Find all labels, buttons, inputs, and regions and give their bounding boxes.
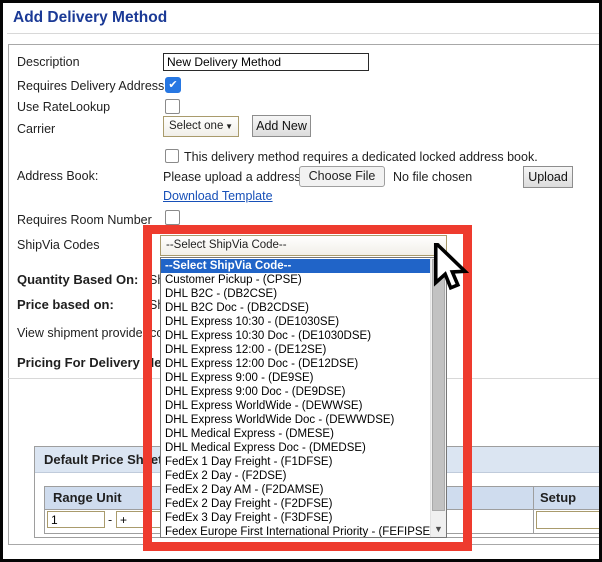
use-ratelookup-checkbox[interactable] — [165, 99, 180, 114]
chevron-down-icon: ▼ — [225, 117, 233, 136]
address-book-label: Address Book: — [17, 169, 98, 183]
requires-delivery-address-checkbox[interactable]: ✔ — [165, 77, 181, 93]
red-highlight-rectangle — [143, 225, 472, 551]
title-divider — [7, 33, 599, 34]
carrier-select[interactable]: Select one ▼ — [163, 116, 239, 137]
range-separator: - — [108, 513, 112, 527]
upload-button[interactable]: Upload — [523, 166, 573, 188]
requires-room-number-label: Requires Room Number — [17, 213, 152, 227]
locked-address-book-checkbox[interactable] — [165, 149, 179, 163]
download-template-link[interactable]: Download Template — [163, 189, 273, 203]
mouse-cursor-icon — [432, 243, 472, 295]
quantity-based-on-label: Quantity Based On: — [17, 272, 138, 287]
add-new-carrier-button[interactable]: Add New — [252, 115, 311, 137]
price-based-on-label: Price based on: — [17, 297, 114, 312]
carrier-label: Carrier — [17, 122, 55, 136]
description-label: Description — [17, 55, 80, 69]
no-file-chosen-text: No file chosen — [393, 170, 472, 184]
use-ratelookup-label: Use RateLookup — [17, 100, 110, 114]
add-delivery-method-window: Add Delivery Method Description Requires… — [0, 0, 602, 562]
locked-address-book-text: This delivery method requires a dedicate… — [184, 150, 538, 164]
shipvia-codes-label: ShipVia Codes — [17, 238, 99, 252]
choose-file-button[interactable]: Choose File — [299, 166, 385, 187]
description-input[interactable] — [163, 53, 369, 71]
carrier-select-value: Select one — [169, 120, 223, 132]
range-unit-column-header: Range Unit — [53, 487, 122, 509]
setup-price-input[interactable] — [536, 511, 602, 529]
requires-delivery-address-label: Requires Delivery Address — [17, 79, 164, 93]
requires-room-number-checkbox[interactable] — [165, 210, 180, 225]
range-start-input[interactable] — [47, 511, 105, 528]
page-title: Add Delivery Method — [13, 9, 167, 27]
column-divider — [533, 487, 534, 509]
column-divider — [533, 509, 534, 533]
